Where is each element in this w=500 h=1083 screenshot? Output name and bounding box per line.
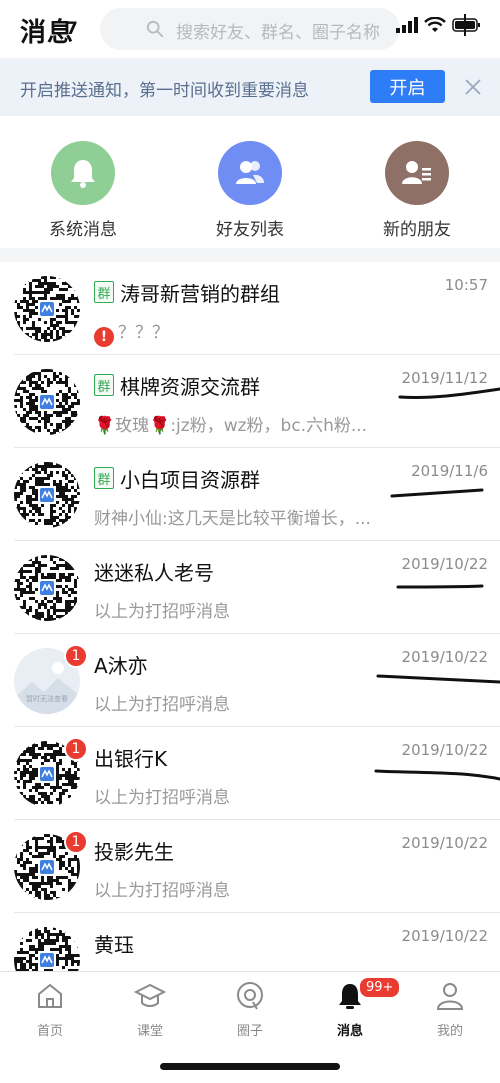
search-input[interactable]: 搜索好友、群名、圈子名称 [100,8,400,50]
graduation-cap-icon [133,983,167,1007]
status-time: 7 [66,19,78,39]
profile-icon [436,983,464,1010]
group-tag: 群 [94,281,114,303]
conversation-row[interactable]: 群棋牌资源交流群 2019/11/12 🌹玫瑰🌹:jz粉，wz粉，bc.六h粉... [0,355,500,448]
group-tag: 群 [94,374,114,396]
avatar-placeholder-text: 暂时无法查看 [26,695,68,703]
redaction-scribble [398,387,500,400]
conversation-list: 群涛哥新营销的群组 10:57!？？？群棋牌资源交流群 2019/11/12 🌹玫瑰🌹… [0,262,500,971]
conversation-preview: !？？？ [94,318,414,347]
redaction-scribble [390,488,484,498]
conversation-row[interactable]: 黄珏 2019/10/22 [0,913,500,971]
bottom-tab-bar: 首页 课堂 圈子 99+ 消息 我的 [0,971,500,1043]
shortcuts-section: 系统消息 好友列表 新的朋友 [0,116,500,248]
conversation-name: 黄珏 [94,933,134,957]
unread-badge: 1 [64,830,88,854]
home-icon [38,983,62,1008]
status-icons [396,14,482,36]
tab-home[interactable]: 首页 [0,980,100,1039]
conversation-row[interactable]: 1 出银行K 2019/10/22 以上为打招呼消息 [0,727,500,820]
conversation-preview: 🌹玫瑰🌹:jz粉，wz粉，bc.六h粉... [94,416,368,436]
system-messages-shortcut[interactable]: 系统消息 [23,141,143,240]
signal-icon [396,17,418,33]
conversation-name: 棋牌资源交流群 [120,375,260,399]
top-bar: 消息 7 搜索好友、群名、圈子名称 [0,0,500,58]
conversation-name: 投影先生 [94,840,174,864]
conversation-name: 涛哥新营销的群组 [120,282,280,306]
conversation-row[interactable]: 迷迷私人老号 2019/10/22 以上为打招呼消息 [0,541,500,634]
friends-list-shortcut[interactable]: 好友列表 [190,141,310,240]
unread-badge: 1 [64,737,88,761]
redaction-scribble [396,584,484,589]
tab-label: 课堂 [136,1024,163,1039]
new-friends-shortcut[interactable]: 新的朋友 [357,141,477,240]
circle-chat-icon [237,982,263,1010]
search-placeholder: 搜索好友、群名、圈子名称 [176,23,380,43]
shortcut-label: 系统消息 [49,220,117,240]
avatar [14,276,80,342]
alert-icon: ! [94,327,114,347]
tab-messages[interactable]: 99+ 消息 [300,976,402,1039]
conversation-name: 迷迷私人老号 [94,561,214,585]
tab-circle[interactable]: 圈子 [200,980,300,1039]
conversation-row[interactable]: 1 投影先生 2019/10/22 以上为打招呼消息 [0,820,500,913]
shortcut-label: 好友列表 [216,220,284,240]
tab-classroom[interactable]: 课堂 [100,980,200,1039]
search-icon [146,20,164,38]
conversation-name: 小白项目资源群 [120,468,260,492]
friends-icon [218,141,282,205]
tab-label: 首页 [36,1024,63,1039]
wifi-icon [424,17,446,32]
banner-text: 开启推送通知，第一时间收到重要消息 [20,81,309,101]
shortcut-label: 新的朋友 [383,220,451,240]
bell-icon [51,141,115,205]
group-tag: 群 [94,467,114,489]
avatar [14,369,80,435]
redaction-scribble [376,674,500,684]
conversation-preview: 以上为打招呼消息 [94,788,230,808]
conversation-row[interactable]: 群小白项目资源群 2019/11/6 财神小仙:这几天是比较平衡增长，... [0,448,500,541]
conversation-preview: 以上为打招呼消息 [94,695,230,715]
conversation-time: 10:57 [444,276,488,294]
tab-me[interactable]: 我的 [400,980,500,1039]
redaction-scribble [374,769,500,781]
conversation-name: A沐亦 [94,654,148,678]
tab-label: 消息 [336,1024,363,1039]
conversation-row[interactable]: 群涛哥新营销的群组 10:57 !？？？ [0,262,500,355]
unread-count-badge: 99+ [358,976,402,999]
avatar [14,927,80,971]
battery-icon [452,14,480,36]
contact-card-icon [385,141,449,205]
unread-badge: 1 [64,644,88,668]
home-indicator[interactable] [160,1063,340,1070]
enable-push-button[interactable]: 开启 [370,70,445,103]
push-notification-banner: 开启推送通知，第一时间收到重要消息 开启 [0,58,500,116]
conversation-preview: 以上为打招呼消息 [94,881,230,901]
avatar [14,462,80,528]
tab-label: 圈子 [236,1024,263,1039]
home-indicator-area [0,1043,500,1083]
conversation-preview: 以上为打招呼消息 [94,602,230,622]
conversation-preview: 财神小仙:这几天是比较平衡增长，... [94,509,371,529]
conversation-time: 2019/10/22 [401,834,488,852]
section-divider [0,248,500,262]
tab-label: 我的 [436,1024,463,1039]
conversation-row[interactable]: 暂时无法查看 1 A沐亦 2019/10/22 以上为打招呼消息 [0,634,500,727]
avatar [14,555,80,621]
conversation-name: 出银行K [94,747,168,771]
conversation-time: 2019/10/22 [401,927,488,945]
close-icon[interactable] [462,76,484,98]
